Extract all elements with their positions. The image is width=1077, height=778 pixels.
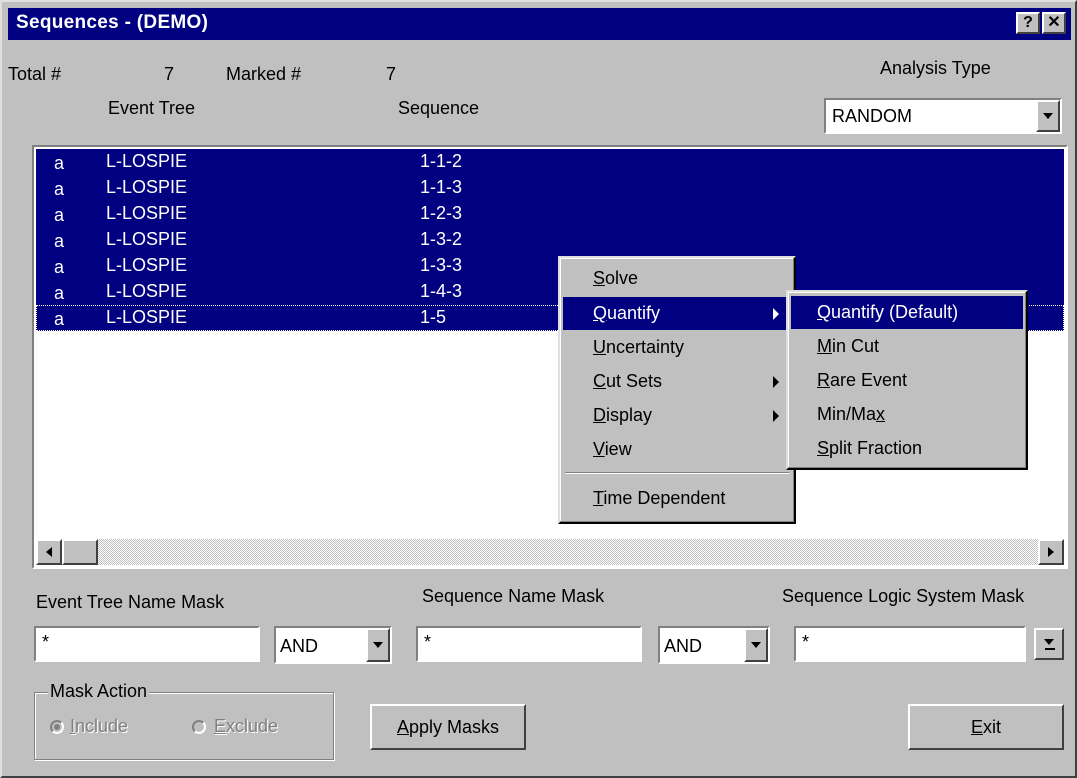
analysis-type-value: RANDOM [832, 106, 912, 126]
row-event-tree: L-LOSPIE [106, 281, 188, 301]
column-header-event-tree: Event Tree [108, 98, 196, 118]
apply-masks-button[interactable]: Apply Masks [370, 704, 526, 750]
operator-dropdown-button[interactable] [366, 628, 390, 662]
marked-label: Marked # [226, 64, 302, 84]
marked-value: 7 [386, 64, 397, 84]
event-tree-operator-select[interactable]: AND [274, 626, 392, 664]
chevron-down-icon [1043, 113, 1053, 119]
logic-mask-input[interactable]: * [794, 626, 1026, 662]
submenu-item-min-cut[interactable]: Min Cut [791, 330, 1023, 363]
arrow-right-icon [1048, 547, 1054, 557]
row-sequence: 1-3-3 [420, 255, 463, 275]
radio-dot [54, 724, 60, 730]
sequences-dialog: Sequences - (DEMO) ? ✕ Total # 7 Marked … [0, 0, 1077, 778]
row-sequence: 1-3-2 [420, 229, 463, 249]
row-sequence: 1-5 [420, 307, 447, 327]
logic-mask-label: Sequence Logic System Mask [782, 586, 1025, 606]
submenu-item-rare-event[interactable]: Rare Event [791, 364, 1023, 397]
exit-button[interactable]: Exit [908, 704, 1064, 750]
row-flag: a [54, 205, 65, 225]
table-row[interactable]: a L-LOSPIE 1-3-3 [36, 253, 1064, 279]
row-sequence: 1-2-3 [420, 203, 463, 223]
total-value: 7 [164, 64, 175, 84]
submenu-arrow-icon [773, 376, 779, 388]
operator-dropdown-button[interactable] [744, 628, 768, 662]
analysis-type-select[interactable]: RANDOM [824, 98, 1062, 134]
row-event-tree: L-LOSPIE [106, 255, 188, 275]
analysis-type-dropdown-button[interactable] [1036, 100, 1060, 132]
include-label: Include [70, 716, 129, 736]
chevron-down-icon [751, 642, 761, 648]
row-flag: a [54, 309, 65, 329]
table-row[interactable]: a L-LOSPIE 1-3-2 [36, 227, 1064, 253]
sequence-operator-select[interactable]: AND [658, 626, 770, 664]
row-event-tree: L-LOSPIE [106, 151, 188, 171]
row-event-tree: L-LOSPIE [106, 307, 188, 327]
row-flag: a [54, 283, 65, 303]
underline-bar [1045, 648, 1055, 650]
scroll-thumb[interactable] [62, 539, 98, 565]
exclude-radio[interactable] [192, 720, 206, 734]
menu-item-quantify[interactable]: Quantify [563, 297, 791, 330]
menu-item-solve[interactable]: Solve [563, 262, 791, 295]
quantify-submenu: Quantify (Default) Min Cut Rare Event Mi… [786, 290, 1028, 470]
column-header-sequence: Sequence [398, 98, 480, 118]
context-menu: Solve Quantify Uncertainty Cut Sets Disp… [558, 256, 796, 524]
row-event-tree: L-LOSPIE [106, 203, 188, 223]
exclude-label: Exclude [214, 716, 279, 736]
row-event-tree: L-LOSPIE [106, 177, 188, 197]
submenu-item-split-fraction[interactable]: Split Fraction [791, 432, 1023, 465]
title-bar[interactable]: Sequences - (DEMO) ? ✕ [8, 8, 1071, 40]
row-sequence: 1-1-3 [420, 177, 463, 197]
row-flag: a [54, 257, 65, 277]
sequence-mask-input[interactable]: * [416, 626, 642, 662]
row-sequence: 1-4-3 [420, 281, 463, 301]
row-flag: a [54, 179, 65, 199]
menu-separator [565, 472, 789, 474]
menu-item-display[interactable]: Display [563, 399, 791, 432]
menu-item-uncertainty[interactable]: Uncertainty [563, 331, 791, 364]
row-flag: a [54, 231, 65, 251]
event-tree-mask-input[interactable]: * [34, 626, 260, 662]
total-label: Total # [8, 64, 62, 84]
mask-action-title: Mask Action [48, 681, 150, 702]
event-tree-mask-label: Event Tree Name Mask [36, 592, 225, 612]
logic-mask-dropdown-button[interactable] [1034, 628, 1064, 660]
table-row[interactable]: a L-LOSPIE 1-1-3 [36, 175, 1064, 201]
menu-item-view[interactable]: View [563, 433, 791, 466]
window-title: Sequences - (DEMO) [16, 12, 209, 33]
chevron-down-icon [373, 642, 383, 648]
submenu-item-min-max[interactable]: Min/Max [791, 398, 1023, 431]
menu-item-cut-sets[interactable]: Cut Sets [563, 365, 791, 398]
horizontal-scrollbar[interactable] [36, 539, 1064, 565]
scroll-right-button[interactable] [1038, 539, 1064, 565]
include-radio[interactable] [50, 720, 64, 734]
sequence-mask-label: Sequence Name Mask [422, 586, 605, 606]
row-flag: a [54, 153, 65, 173]
submenu-arrow-icon [773, 410, 779, 422]
chevron-down-icon [1044, 639, 1054, 645]
row-sequence: 1-1-2 [420, 151, 463, 171]
help-button[interactable]: ? [1016, 12, 1040, 34]
scroll-left-button[interactable] [36, 539, 62, 565]
table-row[interactable]: a L-LOSPIE 1-1-2 [36, 149, 1064, 175]
row-event-tree: L-LOSPIE [106, 229, 188, 249]
table-row[interactable]: a L-LOSPIE 1-2-3 [36, 201, 1064, 227]
arrow-left-icon [46, 547, 52, 557]
menu-item-time-dependent[interactable]: Time Dependent [563, 482, 791, 515]
close-button[interactable]: ✕ [1042, 12, 1066, 34]
analysis-type-label: Analysis Type [880, 58, 991, 78]
submenu-item-quantify-default[interactable]: Quantify (Default) [791, 296, 1023, 329]
submenu-arrow-icon [773, 308, 779, 320]
